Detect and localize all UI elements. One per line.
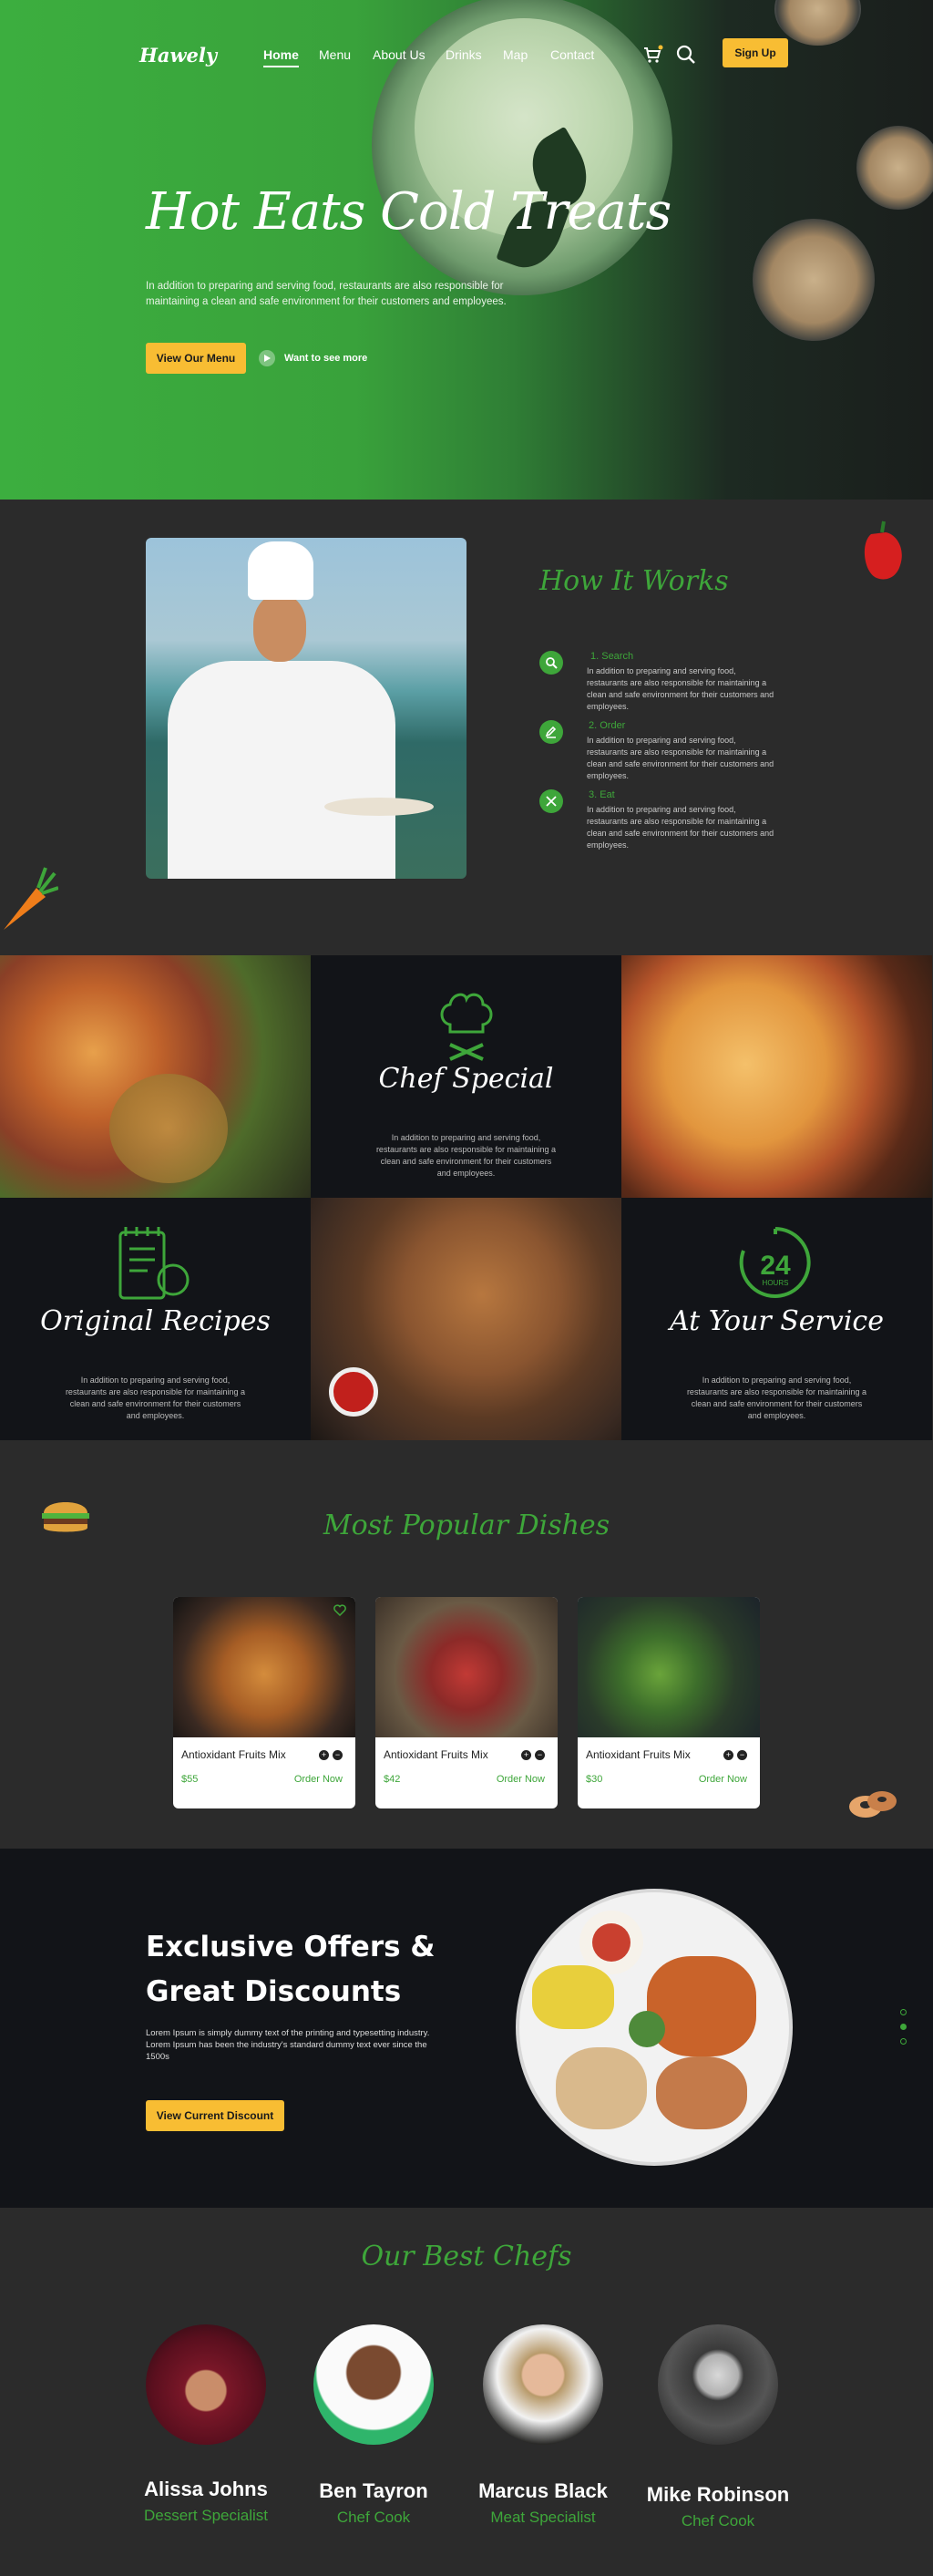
minus-icon[interactable]: − — [535, 1750, 545, 1760]
offer-plate-image — [519, 1892, 789, 2162]
dish-name: Antioxidant Fruits Mix — [586, 1748, 691, 1761]
chef-uniform — [168, 661, 395, 879]
cart-icon[interactable] — [641, 44, 663, 66]
nuts-bowl-image — [856, 126, 933, 210]
chef-role: Meat Specialist — [490, 2509, 596, 2526]
almond-bowl-image — [753, 219, 875, 341]
dish-name: Antioxidant Fruits Mix — [181, 1748, 286, 1761]
plus-icon[interactable]: + — [723, 1750, 733, 1760]
nav-drinks[interactable]: Drinks — [446, 47, 482, 62]
minus-icon[interactable]: − — [333, 1750, 343, 1760]
chef-avatar — [146, 2324, 266, 2445]
pizza-image — [621, 955, 932, 1198]
at-your-service-card: 24 HOURS At Your Service In addition to … — [621, 1198, 932, 1440]
chef-face — [253, 594, 306, 662]
nav-menu[interactable]: Menu — [319, 47, 351, 62]
dish-image — [375, 1597, 558, 1737]
eat-step-icon — [539, 789, 563, 813]
see-more-link[interactable]: Want to see more — [284, 353, 367, 364]
chef-name: Marcus Black — [478, 2479, 608, 2502]
carrot-image — [4, 867, 58, 930]
dish-card[interactable]: Antioxidant Fruits Mix + − $30 Order Now — [578, 1597, 760, 1808]
dish-price: $30 — [586, 1774, 603, 1785]
order-now-link[interactable]: Order Now — [294, 1774, 343, 1785]
dish-name: Antioxidant Fruits Mix — [384, 1748, 488, 1761]
order-now-link[interactable]: Order Now — [699, 1774, 747, 1785]
original-recipes-card: Original Recipes In addition to preparin… — [0, 1198, 311, 1440]
chef-role: Chef Cook — [681, 2512, 755, 2530]
features-grid: Chef Special In addition to preparing an… — [0, 955, 933, 1440]
dish-card[interactable]: Antioxidant Fruits Mix + − $42 Order Now — [375, 1597, 558, 1808]
at-your-service-text: In addition to preparing and serving foo… — [686, 1376, 867, 1420]
grilled-meat-image — [311, 1198, 621, 1440]
step-order-text: In addition to preparing and serving foo… — [587, 736, 774, 780]
offers-description: Lorem Ipsum is simply dummy text of the … — [146, 2028, 430, 2062]
at-your-service-title: At Your Service — [670, 1305, 884, 1337]
step-eat-text: In addition to preparing and serving foo… — [587, 805, 774, 850]
hero-description: In addition to preparing and serving foo… — [146, 281, 507, 307]
chef-name: Mike Robinson — [646, 2483, 790, 2506]
main-nav: Hawely Home Menu About Us Drinks Map Con… — [0, 38, 933, 67]
offers-title: Exclusive Offers & Great Discounts — [146, 1931, 436, 2008]
step-eat-title: 3. Eat — [589, 789, 615, 800]
popular-dishes-section: Most Popular Dishes Antioxidant Fruits M… — [0, 1440, 933, 1849]
recipe-book-icon — [118, 1227, 190, 1300]
slider-dot[interactable] — [900, 2038, 907, 2045]
original-recipes-text: In addition to preparing and serving foo… — [65, 1376, 246, 1420]
heart-icon[interactable] — [333, 1604, 346, 1616]
chef-plate — [324, 798, 434, 816]
chef-special-text: In addition to preparing and serving foo… — [375, 1133, 557, 1178]
badge-label: HOURS — [763, 1279, 789, 1287]
chefs-title: Our Best Chefs — [361, 2241, 572, 2272]
clock-24-icon: 24 HOURS — [739, 1227, 811, 1298]
how-it-works-section: How It Works 1. Search In addition to pr… — [0, 500, 933, 955]
step-search-title: 1. Search — [590, 651, 634, 662]
chef-avatar — [483, 2324, 603, 2445]
fruits-image — [0, 955, 311, 1198]
slider-dot-active[interactable] — [900, 2024, 907, 2030]
nav-home[interactable]: Home — [263, 47, 299, 67]
chef-hat-icon — [440, 993, 493, 1061]
nav-map[interactable]: Map — [503, 47, 528, 62]
step-search-text: In addition to preparing and serving foo… — [587, 666, 774, 711]
pepper-image — [864, 520, 902, 580]
slider-dot[interactable] — [900, 2009, 907, 2015]
plus-icon[interactable]: + — [521, 1750, 531, 1760]
dish-price: $55 — [181, 1774, 199, 1785]
dish-image — [173, 1597, 355, 1737]
nav-contact[interactable]: Contact — [550, 47, 594, 62]
dish-price: $42 — [384, 1774, 401, 1785]
order-now-link[interactable]: Order Now — [497, 1774, 545, 1785]
sign-up-button[interactable]: Sign Up — [723, 38, 788, 67]
offers-section: Exclusive Offers & Great Discounts Lorem… — [0, 1849, 933, 2208]
badge-number: 24 — [760, 1251, 791, 1281]
chef-special-card: Chef Special In addition to preparing an… — [311, 955, 621, 1198]
hero-section: Hawely Home Menu About Us Drinks Map Con… — [0, 0, 933, 500]
step-order-title: 2. Order — [589, 720, 626, 731]
chef-photo — [146, 538, 466, 879]
minus-icon[interactable]: − — [737, 1750, 747, 1760]
donut-image — [849, 1791, 897, 1818]
chef-hat — [248, 541, 313, 600]
chef-avatar — [658, 2324, 778, 2445]
view-menu-button[interactable]: View Our Menu — [146, 343, 246, 374]
search-step-icon — [539, 651, 563, 675]
hero-title: Hot Eats Cold Treats — [146, 182, 672, 242]
chef-avatar — [313, 2324, 434, 2445]
order-step-icon — [539, 720, 563, 744]
nav-about-us[interactable]: About Us — [373, 47, 425, 62]
search-icon[interactable] — [675, 44, 697, 66]
plus-icon[interactable]: + — [319, 1750, 329, 1760]
best-chefs-section: Our Best Chefs Alissa Johns Dessert Spec… — [0, 2208, 933, 2576]
logo[interactable]: Hawely — [139, 44, 217, 67]
dish-image — [578, 1597, 760, 1737]
dish-card[interactable]: Antioxidant Fruits Mix + − $55 Order Now — [173, 1597, 355, 1808]
original-recipes-title: Original Recipes — [40, 1305, 271, 1337]
how-it-works-title: How It Works — [539, 565, 729, 597]
chef-special-title: Chef Special — [378, 1063, 554, 1095]
play-icon[interactable] — [259, 350, 275, 366]
view-discount-button[interactable]: View Current Discount — [146, 2100, 284, 2131]
popular-title: Most Popular Dishes — [323, 1510, 610, 1541]
